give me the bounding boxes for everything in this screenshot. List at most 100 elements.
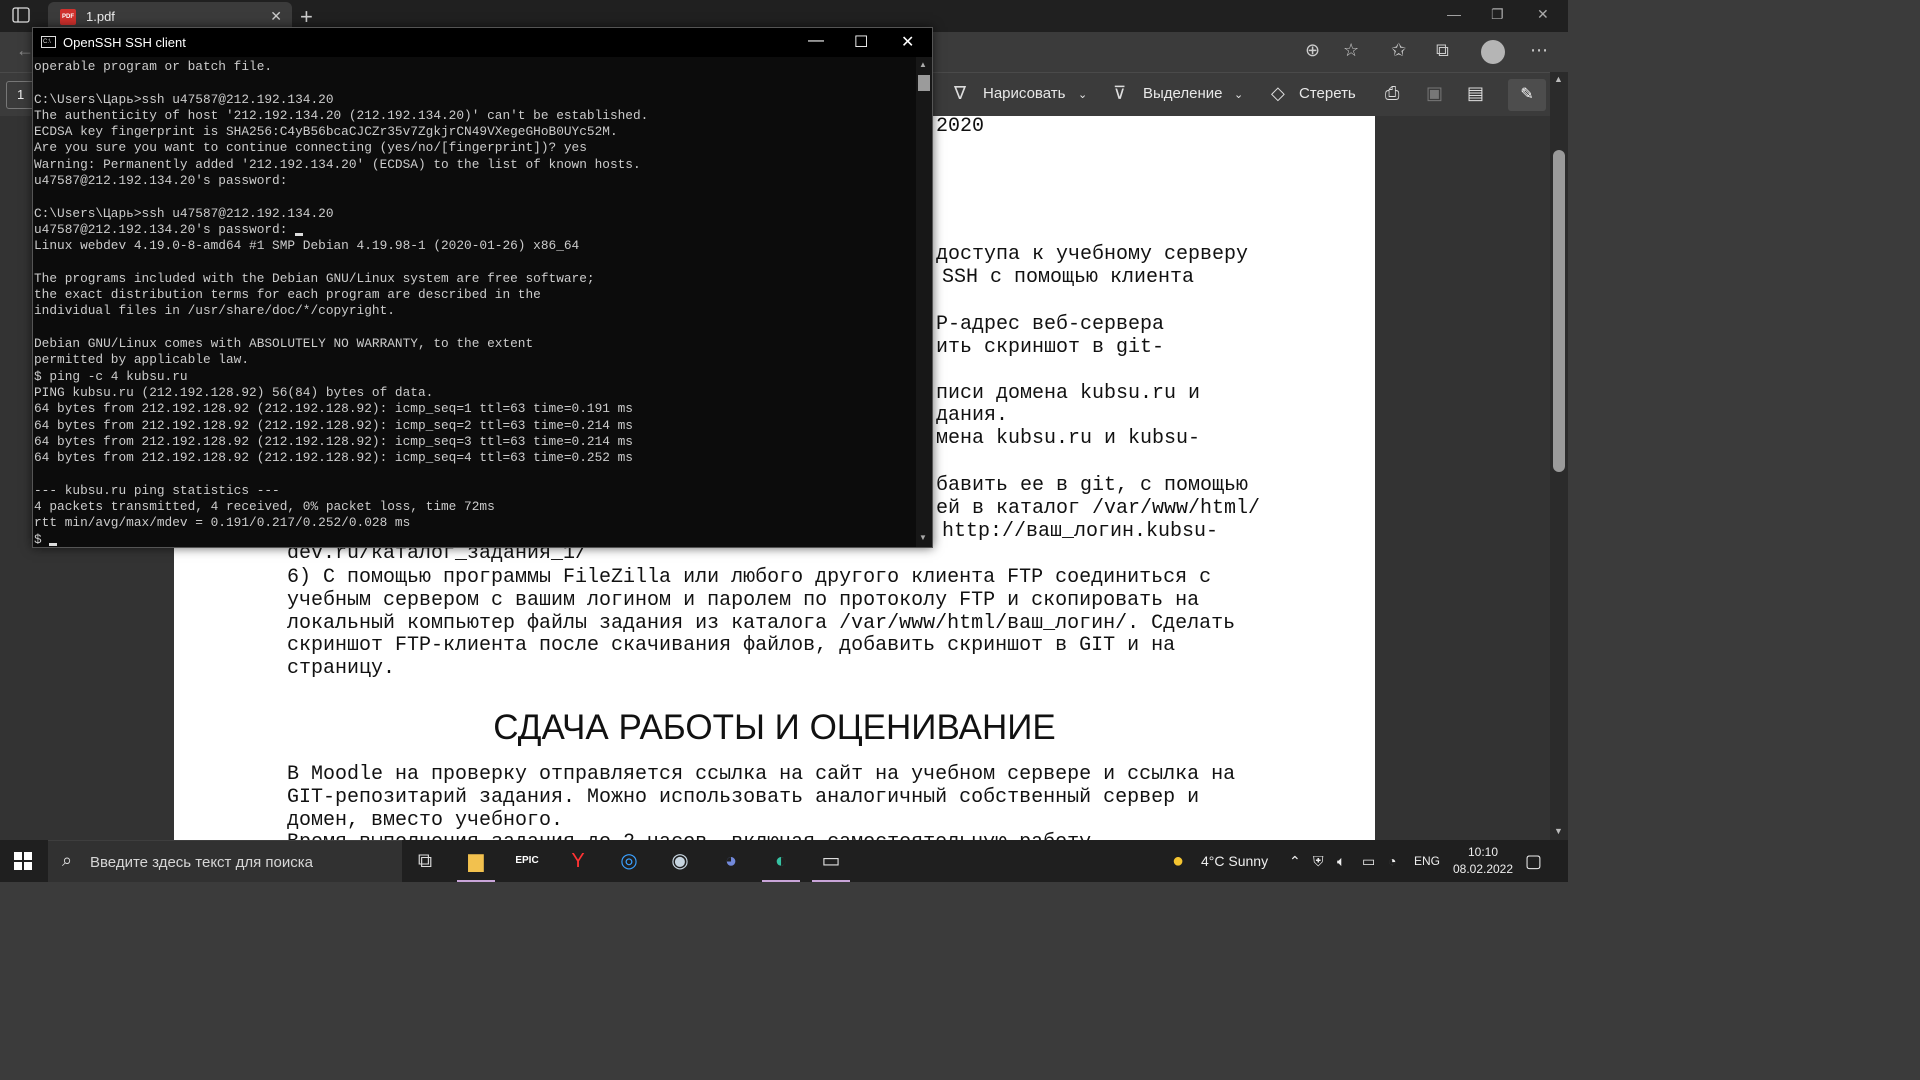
terminal-line: 64 bytes from 212.192.128.92 (212.192.12… [34,450,633,466]
clock[interactable]: 10:10 08.02.2022 [1448,844,1518,878]
language-indicator[interactable]: ENG [1414,840,1440,882]
terminal-line: The authenticity of host '212.192.134.20… [34,107,649,123]
tab-actions-icon[interactable] [12,7,34,25]
pdf-text-line: доступа к учебному серверу [936,243,1249,266]
discord-icon[interactable]: ◕ [706,840,756,882]
pdf-scrollbar[interactable]: ▲ ▼ [1550,72,1568,840]
ssh-terminal-window[interactable]: C:\ OpenSSH SSH client — ☐ ✕ operable pr… [32,27,933,548]
save-icon[interactable]: ▣ [1426,83,1443,104]
start-button[interactable] [14,852,32,870]
terminal-line: Linux webdev 4.19.0-8-amd64 #1 SMP Debia… [34,238,580,254]
terminal-icon[interactable]: ▭ [806,840,856,882]
terminal-line: $ [34,532,914,547]
clock-date: 08.02.2022 [1452,862,1514,876]
pdf-text-line: страницу. [287,657,396,680]
pdf-icon: PDF [60,9,76,25]
pdf-text-line: дания. [936,404,1009,427]
scroll-up-icon[interactable]: ▲ [919,60,927,69]
close-tab-icon[interactable]: ✕ [270,8,282,25]
chevron-up-icon[interactable]: ⌃ [1289,840,1301,882]
pdf-text-line: SSH с помощью клиента [942,266,1195,289]
weather-text[interactable]: 4°C Sunny [1201,840,1268,882]
collections-icon[interactable]: ⧉ [1436,40,1449,61]
terminal-line: C:\Users\Царь>ssh u47587@212.192.134.20 [34,91,334,107]
highlight-icon[interactable]: ⊽ [1113,83,1126,104]
scroll-up-icon[interactable]: ▲ [1554,74,1563,84]
draw-button[interactable]: Нарисовать [983,85,1065,102]
terminal-close-button[interactable]: ✕ [901,32,914,52]
terminal-title: OpenSSH SSH client [63,35,186,50]
terminal-line: 64 bytes from 212.192.128.92 (212.192.12… [34,401,633,417]
file-explorer-icon[interactable]: ▆ [451,840,501,882]
edge-icon[interactable]: ◐ [756,840,806,882]
close-window-button[interactable]: ✕ [1537,6,1549,23]
chevron-down-icon[interactable]: ⌄ [1078,88,1087,101]
task-view-icon[interactable]: ⧉ [400,840,450,882]
battery-icon[interactable]: ▭ [1362,840,1375,882]
terminal-line: Are you sure you want to continue connec… [34,140,587,156]
favorites-icon[interactable]: ✩ [1391,40,1406,61]
terminal-cursor [295,232,304,236]
more-menu-icon[interactable]: ⋯ [1530,40,1548,61]
scrollbar-thumb[interactable] [918,75,930,91]
erase-button[interactable]: Стереть [1299,85,1356,102]
pdf-text-line: бавить ее в git, с помощью [936,474,1249,497]
terminal-line: PING kubsu.ru (212.192.128.92) 56(84) by… [34,384,434,400]
scroll-down-icon[interactable]: ▼ [919,533,927,542]
volume-icon[interactable]: 🔈︎ [1337,840,1345,882]
terminal-title-bar[interactable]: C:\ OpenSSH SSH client — ☐ ✕ [33,28,932,57]
terminal-line: 64 bytes from 212.192.128.92 (212.192.12… [34,417,633,433]
terminal-scrollbar[interactable]: ▲ ▼ [916,57,932,547]
pdf-text-line: скриншот FTP-клиента после скачивания фа… [287,634,1176,657]
epic-games-icon[interactable]: EPIC [502,840,552,882]
weather-sun-icon[interactable]: ● [1172,840,1184,882]
chevron-down-icon[interactable]: ⌄ [1234,88,1243,101]
pdf-text-line: писи домена kubsu.ru и [936,382,1201,405]
avatar[interactable] [1481,40,1505,64]
terminal-line: rtt min/avg/max/mdev = 0.191/0.217/0.252… [34,515,411,531]
favorite-add-icon[interactable]: ☆ [1343,40,1359,61]
taskbar-search[interactable]: ⌕ Введите здесь текст для поиска [48,840,402,882]
terminal-line: the exact distribution terms for each pr… [34,287,541,303]
pdf-text-line: учебным сервером с вашим логином и парол… [287,589,1200,612]
draw-icon[interactable]: ∇ [954,83,966,104]
yandex-browser-icon[interactable]: Y [553,840,603,882]
terminal-line: u47587@212.192.134.20's password: [34,173,288,189]
terminal-line: operable program or batch file. [34,59,273,74]
pin-toolbar-icon[interactable]: ✎ [1508,79,1546,111]
terminal-output[interactable]: operable program or batch file. C:\Users\… [34,59,914,547]
steam-icon[interactable]: ◉ [655,840,705,882]
highlight-button[interactable]: Выделение [1143,85,1222,102]
zoom-icon[interactable]: ⊕ [1305,40,1320,61]
terminal-line: Warning: Permanently added '212.192.134.… [34,156,641,172]
terminal-maximize-button[interactable]: ☐ [854,32,868,52]
pdf-text-line: GIT-репозитарий задания. Можно использов… [287,786,1200,809]
terminal-minimize-button[interactable]: — [808,32,824,50]
save-as-icon[interactable]: ▤ [1467,83,1484,104]
terminal-icon: C:\ [41,36,56,48]
scrollbar-thumb[interactable] [1553,150,1565,472]
uplay-icon[interactable]: ◎ [604,840,654,882]
taskbar: ⌕ Введите здесь текст для поиска ⧉ ▆ EPIC Y… [0,840,1568,882]
print-icon[interactable]: ⎙ [1385,83,1399,104]
terminal-line: individual files in /usr/share/doc/*/cop… [34,303,395,319]
pdf-text-line: Время выполнения задания до 2 часов, вкл… [287,832,1103,841]
pdf-text-line: домен, вместо учебного. [287,809,564,832]
scroll-down-icon[interactable]: ▼ [1554,826,1563,836]
terminal-line: --- kubsu.ru ping statistics --- [34,482,280,498]
restore-button[interactable]: ❐ [1491,6,1504,23]
eraser-icon[interactable]: ◇ [1271,83,1285,104]
notifications-icon[interactable]: ▢ [1525,840,1542,882]
tab-title: 1.pdf [86,9,115,24]
minimize-button[interactable]: — [1447,6,1461,22]
network-icon[interactable]: ◔ [1388,840,1396,882]
search-input[interactable]: Введите здесь текст для поиска [90,854,313,871]
pdf-text-line: 6) С помощью программы FileZilla или люб… [287,566,1212,589]
search-icon: ⌕ [62,850,73,870]
security-icon[interactable]: ⛨ [1313,840,1324,882]
pdf-text-line: В Moodle на проверку отправляется ссылка… [287,763,1236,786]
terminal-cursor [49,542,58,546]
terminal-line: The programs included with the Debian GN… [34,270,595,286]
terminal-line: $ ping -c 4 kubsu.ru [34,368,188,384]
